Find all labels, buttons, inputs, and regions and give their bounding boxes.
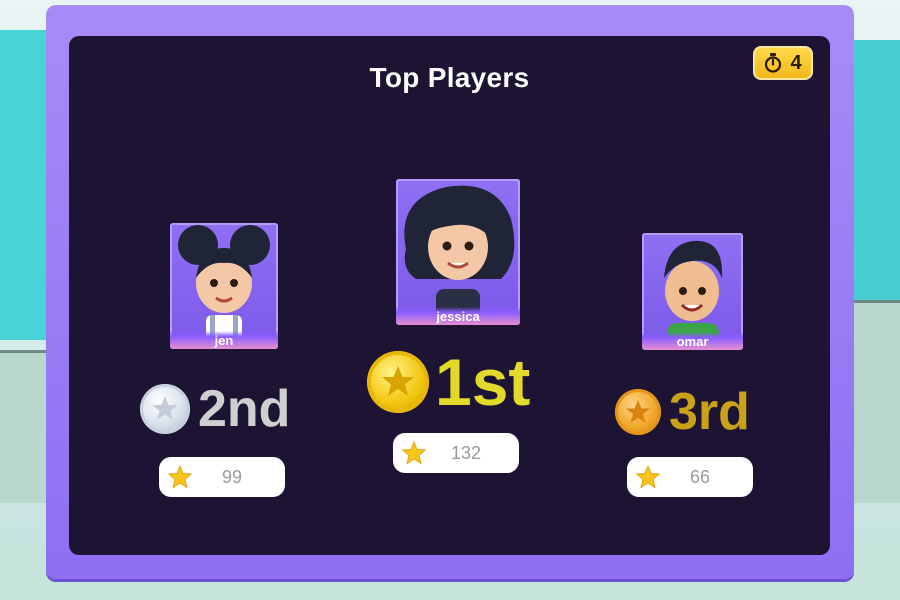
rank-label-3rd: 3rd — [669, 383, 750, 441]
background-whiteboard-right — [847, 40, 900, 300]
avatar-jessica: jessica — [396, 179, 520, 325]
player-name-omar: omar — [642, 332, 743, 350]
score-value-jessica: 132 — [450, 442, 482, 463]
gold-coin-icon — [367, 351, 429, 413]
avatar-jen: jen — [170, 223, 278, 349]
rank-2nd: 2nd — [140, 383, 290, 435]
rank-label-2nd: 2nd — [198, 380, 291, 438]
score-value-jen: 99 — [221, 466, 243, 487]
score-pill-jen: 99 — [159, 457, 285, 497]
rank-1st: 1st — [367, 349, 530, 415]
leaderboard-title: Top Players — [369, 62, 530, 93]
score-pill-omar: 66 — [627, 457, 753, 497]
bronze-coin-icon — [615, 389, 661, 435]
rank-3rd: 3rd — [615, 386, 750, 438]
timer-badge: 4 — [753, 46, 813, 80]
avatar-omar: omar — [642, 233, 743, 350]
silver-coin-icon — [140, 384, 190, 434]
stopwatch-icon — [765, 53, 782, 73]
leaderboard-panel: Top Players 4 jen 2nd 99 jessica 1st 132… — [69, 36, 830, 555]
girl-avatar-icon — [404, 185, 515, 325]
timer-value: 4 — [790, 51, 802, 74]
score-value-omar: 66 — [689, 466, 711, 487]
score-pill-jessica: 132 — [393, 433, 519, 473]
rank-label-1st: 1st — [435, 345, 531, 419]
player-name-jen: jen — [170, 331, 278, 349]
leaderboard-frame: Top Players 4 jen 2nd 99 jessica 1st 132… — [46, 5, 854, 579]
player-name-jessica: jessica — [396, 307, 520, 325]
